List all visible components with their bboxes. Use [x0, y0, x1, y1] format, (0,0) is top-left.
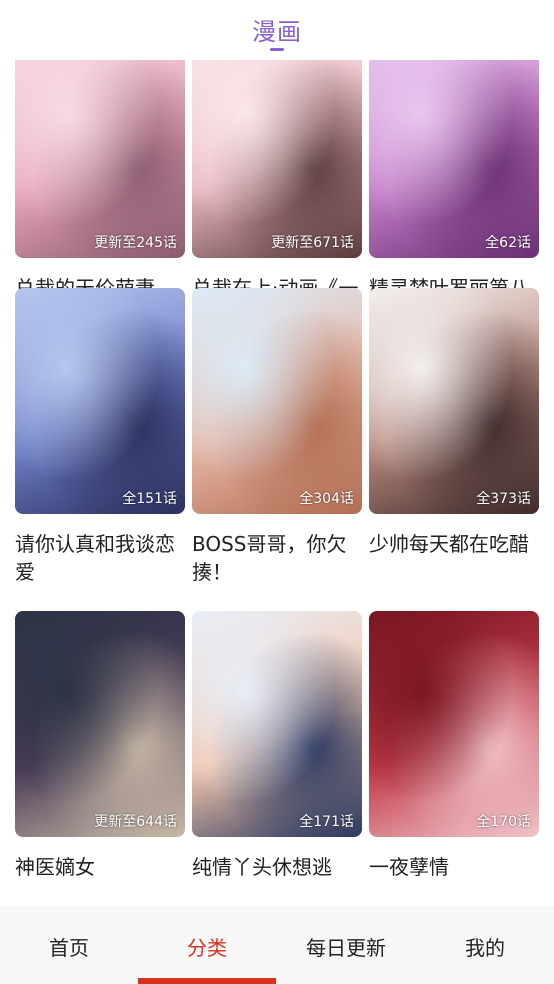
episode-badge: 全62话 — [485, 235, 531, 251]
tab-indicator — [138, 978, 276, 984]
episode-badge: 全304话 — [299, 491, 354, 507]
comic-title[interactable]: 纯情丫头休想逃 — [192, 853, 362, 881]
episode-badge: 更新至671话 — [271, 235, 354, 251]
comic-cover[interactable]: 全170话 — [369, 611, 539, 837]
comic-title[interactable]: 请你认真和我谈恋爱 — [15, 530, 185, 586]
comic-cover[interactable]: 全62话 — [369, 60, 539, 258]
tab-label: 我的 — [465, 936, 505, 960]
episode-badge: 全171话 — [299, 814, 354, 830]
comic-title[interactable]: BOSS哥哥，你欠揍！ — [192, 530, 362, 586]
cover-art — [192, 60, 362, 258]
comic-cover[interactable]: 全373话 — [369, 288, 539, 514]
page-title: 漫画 — [252, 18, 302, 46]
cover-art — [15, 60, 185, 258]
cover-art — [15, 288, 185, 514]
tab-label: 每日更新 — [306, 936, 386, 960]
comic-card[interactable]: 全373话 少帅每天都在吃醋 — [369, 288, 539, 558]
cover-art — [369, 288, 539, 514]
tab-indicator — [416, 978, 554, 984]
tab-indicator — [277, 978, 415, 984]
cover-art — [369, 611, 539, 837]
comic-cover[interactable]: 全304话 — [192, 288, 362, 514]
comic-title[interactable]: 少帅每天都在吃醋 — [369, 530, 539, 558]
title-underline — [270, 48, 284, 51]
episode-badge: 更新至644话 — [94, 814, 177, 830]
comic-card[interactable]: 全304话 BOSS哥哥，你欠揍！ — [192, 288, 362, 586]
episode-badge: 全373话 — [476, 491, 531, 507]
comic-title[interactable]: 神医嫡女 — [15, 853, 185, 881]
episode-badge: 全170话 — [476, 814, 531, 830]
tab-home[interactable]: 首页 — [0, 906, 138, 984]
tab-indicator — [0, 978, 138, 984]
comic-cover[interactable]: 全171话 — [192, 611, 362, 837]
comic-card[interactable]: 更新至245话 总裁的天价萌妻 — [15, 60, 185, 302]
cover-art — [15, 611, 185, 837]
tab-label: 首页 — [49, 936, 89, 960]
comic-cover[interactable]: 更新至671话 — [192, 60, 362, 258]
comic-cover[interactable]: 更新至644话 — [15, 611, 185, 837]
cover-art — [192, 288, 362, 514]
cover-art — [369, 60, 539, 258]
comic-card[interactable]: 更新至644话 神医嫡女 — [15, 611, 185, 881]
comic-cover[interactable]: 更新至245话 — [15, 60, 185, 258]
tab-daily-update[interactable]: 每日更新 — [277, 906, 415, 984]
cover-art — [192, 611, 362, 837]
episode-badge: 全151话 — [122, 491, 177, 507]
comic-card[interactable]: 全151话 请你认真和我谈恋爱 — [15, 288, 185, 586]
app-header: 漫画 — [0, 0, 554, 60]
comic-card[interactable]: 全170话 一夜孽情 — [369, 611, 539, 881]
comic-card[interactable]: 全171话 纯情丫头休想逃 — [192, 611, 362, 881]
tab-category[interactable]: 分类 — [138, 906, 276, 984]
comic-title[interactable]: 一夜孽情 — [369, 853, 539, 881]
comic-grid[interactable]: 更新至245话 总裁的天价萌妻 更新至671话 总裁在上·动画《一念时光》...… — [0, 60, 554, 906]
tab-label: 分类 — [187, 936, 227, 960]
bottom-tab-bar: 首页 分类 每日更新 我的 — [0, 906, 554, 984]
episode-badge: 更新至245话 — [94, 235, 177, 251]
tab-mine[interactable]: 我的 — [416, 906, 554, 984]
comic-cover[interactable]: 全151话 — [15, 288, 185, 514]
